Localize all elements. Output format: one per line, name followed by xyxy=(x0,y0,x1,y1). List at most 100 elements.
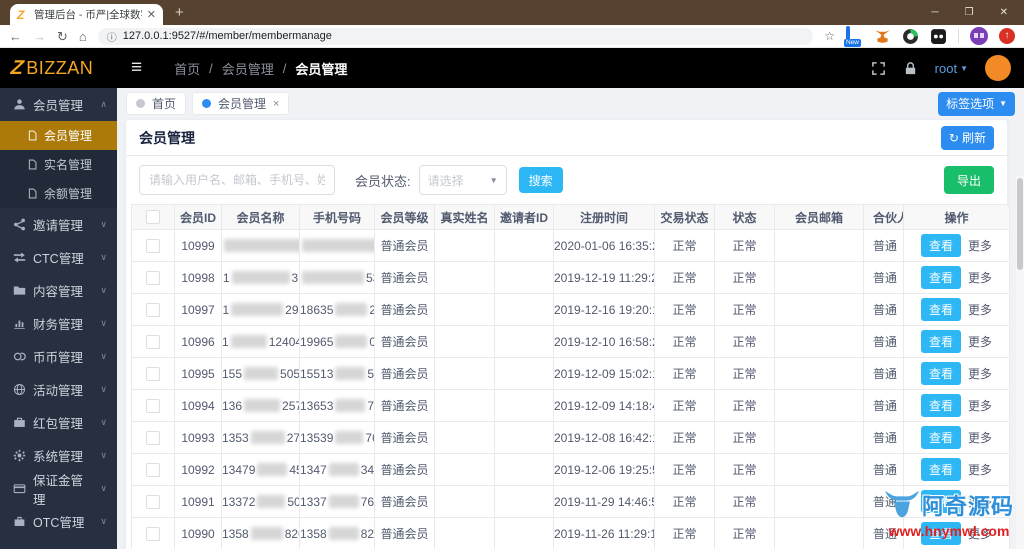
sidebar-item[interactable]: 系统管理 ∨ xyxy=(0,439,117,472)
sidebar-item[interactable]: OTC管理 ∨ xyxy=(0,505,117,538)
view-button[interactable]: 查看 xyxy=(920,298,961,321)
status-select[interactable]: 请选择 ▼ xyxy=(418,165,507,195)
column-header: 状态 xyxy=(714,204,775,230)
search-input[interactable] xyxy=(139,165,335,195)
tag-chip[interactable]: 首页 xyxy=(126,92,187,115)
sidebar-item[interactable]: 活动管理 ∨ xyxy=(0,373,117,406)
sidebar-item[interactable]: 保证金管理 ∨ xyxy=(0,472,117,507)
lock-icon[interactable] xyxy=(903,61,918,76)
tab-close-icon[interactable]: ✕ xyxy=(147,8,156,21)
view-button[interactable]: 查看 xyxy=(920,234,961,257)
browser-tab-title: 管理后台 - 币严|全球数字资产交 xyxy=(34,9,142,21)
close-icon[interactable]: × xyxy=(273,98,279,110)
cell-member-id: 10991 xyxy=(174,485,222,518)
row-checkbox[interactable] xyxy=(146,334,160,349)
cell-email xyxy=(774,517,864,549)
window-maximize-button[interactable]: ❐ xyxy=(965,7,974,18)
view-button[interactable]: 查看 xyxy=(920,522,961,545)
scrollbar[interactable] xyxy=(1016,176,1024,549)
row-checkbox[interactable] xyxy=(146,366,160,381)
more-link[interactable]: 更多 xyxy=(968,527,992,541)
user-menu[interactable]: root ▼ xyxy=(935,61,968,76)
search-button[interactable]: 搜索 xyxy=(518,167,563,193)
row-checkbox[interactable] xyxy=(146,302,160,317)
row-checkbox[interactable] xyxy=(146,526,160,541)
eyes-extension-icon[interactable] xyxy=(930,28,947,45)
row-checkbox[interactable] xyxy=(146,238,160,253)
view-button[interactable]: 查看 xyxy=(920,490,961,513)
export-button[interactable]: 导出 xyxy=(943,166,994,194)
user-avatar[interactable] xyxy=(985,55,1011,81)
metamask-extension-icon[interactable] xyxy=(874,28,891,45)
window-close-button[interactable]: ✕ xyxy=(1000,7,1008,18)
sidebar-item[interactable]: 红包管理 ∨ xyxy=(0,406,117,439)
view-button[interactable]: 查看 xyxy=(920,394,961,417)
row-checkbox[interactable] xyxy=(146,494,160,509)
row-checkbox[interactable] xyxy=(146,398,160,413)
tag-options-button[interactable]: 标签选项 ▼ xyxy=(938,91,1015,116)
breadcrumb-section[interactable]: 会员管理 xyxy=(222,59,274,78)
site-info-icon[interactable]: ⓘ xyxy=(107,29,117,44)
more-link[interactable]: 更多 xyxy=(968,431,992,445)
sidebar-item[interactable]: 会员管理 ∧ xyxy=(0,88,117,121)
cell-inviter-id xyxy=(494,229,554,262)
browser-tab[interactable]: Z 管理后台 - 币严|全球数字资产交 ✕ xyxy=(10,4,163,25)
new-tab-button[interactable]: + xyxy=(175,4,184,21)
more-link[interactable]: 更多 xyxy=(968,335,992,349)
window-minimize-button[interactable]: ─ xyxy=(932,7,939,18)
more-link[interactable]: 更多 xyxy=(968,239,992,253)
scrollbar-thumb[interactable] xyxy=(1017,178,1023,270)
bookmark-star-icon[interactable]: ☆ xyxy=(824,29,835,43)
colorwheel-extension-icon[interactable] xyxy=(902,28,919,45)
sidebar-item[interactable]: 币币管理 ∨ xyxy=(0,340,117,373)
view-button[interactable]: 查看 xyxy=(920,330,961,353)
browser-profile-avatar[interactable] xyxy=(970,27,988,45)
view-button[interactable]: 查看 xyxy=(920,266,961,289)
tag-chip[interactable]: 会员管理 × xyxy=(192,92,290,115)
row-checkbox[interactable] xyxy=(146,430,160,445)
view-button[interactable]: 查看 xyxy=(920,362,961,385)
view-button[interactable]: 查看 xyxy=(920,426,961,449)
brand-logo[interactable]: Z BIZZAN xyxy=(0,57,117,80)
fullscreen-icon[interactable] xyxy=(871,61,886,76)
new-extension-icon[interactable]: New xyxy=(844,25,863,47)
sidebar-item[interactable]: 内容管理 ∨ xyxy=(0,274,117,307)
redacted-prefix: 136 xyxy=(222,398,243,413)
redacted-prefix: 15513 xyxy=(300,366,334,381)
more-link[interactable]: 更多 xyxy=(968,463,992,477)
row-checkbox[interactable] xyxy=(146,462,160,477)
more-link[interactable]: 更多 xyxy=(968,367,992,381)
select-all-checkbox[interactable] xyxy=(146,210,160,225)
sidebar-item[interactable]: CTC管理 ∨ xyxy=(0,241,117,274)
back-icon[interactable]: ← xyxy=(9,30,22,43)
window-controls: ─ ❐ ✕ xyxy=(932,7,1008,18)
more-link[interactable]: 更多 xyxy=(968,399,992,413)
cell-actions: 查看 更多 xyxy=(903,485,1010,518)
breadcrumb-home[interactable]: 首页 xyxy=(174,59,200,78)
home-icon[interactable]: ⌂ xyxy=(79,30,87,43)
sidebar-subitem[interactable]: 实名管理 xyxy=(0,150,117,179)
cell-inviter-id xyxy=(494,389,554,422)
cell-real-name xyxy=(434,485,495,518)
more-link[interactable]: 更多 xyxy=(968,303,992,317)
browser-update-icon[interactable]: ↑ xyxy=(999,28,1015,44)
refresh-button[interactable]: ↻ 刷新 xyxy=(940,125,994,150)
sidebar-item[interactable]: 财务管理 ∨ xyxy=(0,307,117,340)
row-checkbox[interactable] xyxy=(146,270,160,285)
cell-member-id: 10997 xyxy=(174,293,222,326)
url-field[interactable]: ⓘ 127.0.0.1:9527/#/member/membermanage xyxy=(97,27,814,45)
more-link[interactable]: 更多 xyxy=(968,495,992,509)
more-link[interactable]: 更多 xyxy=(968,271,992,285)
cell-inviter-id xyxy=(494,357,554,390)
share-icon xyxy=(13,218,26,231)
redacted-blur xyxy=(250,526,283,540)
sidebar-item[interactable]: 邀请管理 ∨ xyxy=(0,208,117,241)
redacted-prefix: 155 xyxy=(222,366,243,381)
forward-icon[interactable]: → xyxy=(33,30,46,43)
sidebar-subitem[interactable]: 会员管理 xyxy=(0,121,117,150)
sidebar-toggle-icon[interactable]: ≡ xyxy=(131,57,142,79)
reload-icon[interactable]: ↻ xyxy=(57,30,68,43)
sidebar-subitem[interactable]: 余额管理 xyxy=(0,179,117,208)
view-button[interactable]: 查看 xyxy=(920,458,961,481)
cell-inviter-id xyxy=(494,485,554,518)
